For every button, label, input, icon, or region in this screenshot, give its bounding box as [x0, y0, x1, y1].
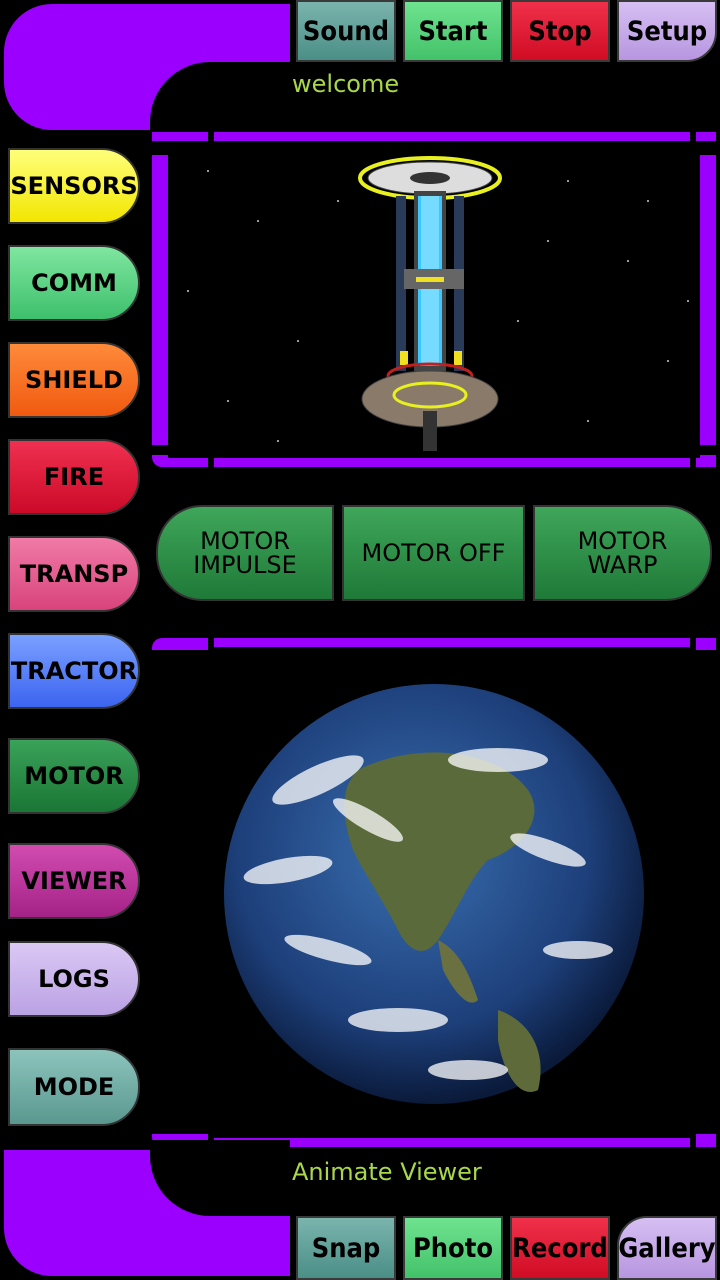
fire-button[interactable]: FIRE: [8, 439, 140, 515]
sensors-button[interactable]: SENSORS: [8, 148, 140, 224]
motor-button[interactable]: MOTOR: [8, 738, 140, 814]
viewer-button[interactable]: VIEWER: [8, 843, 140, 919]
setup-button[interactable]: Setup: [617, 0, 717, 62]
viewer-top-bar: [214, 132, 690, 141]
viewer-top-bar-right: [696, 132, 716, 141]
earth-top-bar: [214, 638, 690, 647]
snap-button[interactable]: Snap: [296, 1216, 396, 1280]
transp-button[interactable]: TRANSP: [8, 536, 140, 612]
record-button[interactable]: Record: [510, 1216, 610, 1280]
viewer-right-edge: [700, 155, 716, 445]
comm-button[interactable]: COMM: [8, 245, 140, 321]
footer-text: Animate Viewer: [292, 1158, 482, 1186]
start-button[interactable]: Start: [403, 0, 503, 62]
photo-button[interactable]: Photo: [403, 1216, 503, 1280]
header-text: welcome: [292, 70, 400, 98]
earth-top-bar-right: [696, 638, 716, 650]
earth-bottom-bar-right: [696, 1134, 716, 1147]
motor-impulse-button[interactable]: MOTOR IMPULSE: [156, 505, 334, 601]
viewer-bottom-bar: [214, 458, 690, 467]
viewer-top-bar-left: [152, 132, 208, 141]
motor-off-button[interactable]: MOTOR OFF: [342, 505, 525, 601]
warp-core-viewer: [168, 141, 700, 458]
stop-button[interactable]: Stop: [510, 0, 610, 62]
logs-button[interactable]: LOGS: [8, 941, 140, 1017]
shield-button[interactable]: SHIELD: [8, 342, 140, 418]
sound-button[interactable]: Sound: [296, 0, 396, 62]
mode-button[interactable]: MODE: [8, 1048, 140, 1126]
viewer-left-edge: [152, 155, 168, 445]
tractor-button[interactable]: TRACTOR: [8, 633, 140, 709]
earth-viewer: [168, 650, 700, 1134]
gallery-button[interactable]: Gallery: [617, 1216, 717, 1280]
motor-warp-button[interactable]: MOTOR WARP: [533, 505, 712, 601]
earth-top-bar-left: [152, 638, 208, 650]
